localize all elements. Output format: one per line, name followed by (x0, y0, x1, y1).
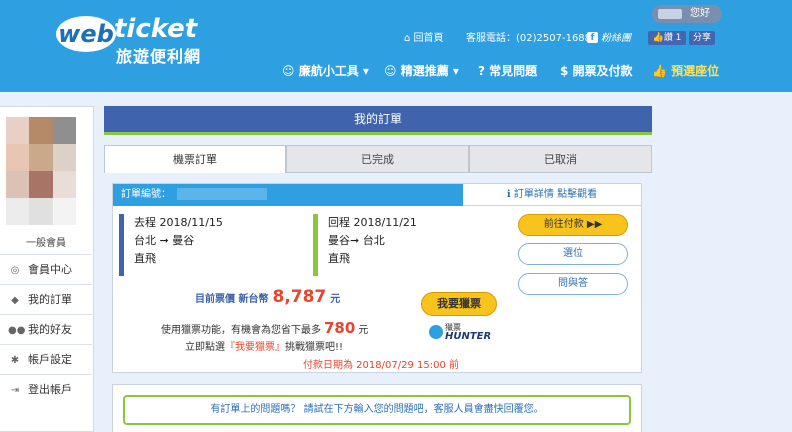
order-detail-link[interactable]: ℹ 訂單詳情 點擊觀看 (463, 184, 641, 206)
return-leg: 回程 2018/11/21 曼谷➞ 台北 直飛 (313, 214, 493, 276)
try-hunt-link[interactable]: 『我要獵票』 (225, 342, 285, 353)
order-card: 訂單編號： ℹ 訂單詳情 點擊觀看 去程 2018/11/15 台北 ➞ 曼谷 … (112, 183, 642, 373)
nav-faq[interactable]: ? 常見問題 (478, 62, 537, 80)
site-logo[interactable]: web ticket 旅遊便利網 (56, 12, 206, 66)
outbound-leg: 去程 2018/11/15 台北 ➞ 曼谷 直飛 (119, 214, 299, 276)
fb-share-button[interactable]: 分享 (689, 31, 715, 45)
service-phone: 客服電話：(02)2507-1688 (466, 33, 592, 44)
title-underline (104, 132, 652, 135)
nav-pay[interactable]: $ 開票及付款 (560, 62, 633, 80)
nav-picks[interactable]: ☺ 精選推薦 ▾ (384, 62, 459, 80)
arrow-right-icon: ➞ (159, 234, 169, 247)
tab-cancelled[interactable]: 已取消 (469, 145, 652, 173)
go-to-payment-button[interactable]: 前往付款 ▶▶ (518, 214, 628, 236)
question-section: 有訂單上的問題嗎？ 請試在下方輸入您的問題吧，客服人員會盡快回覆您。 (112, 384, 642, 432)
arrow-right-icon: ➞ (350, 234, 360, 247)
sidebar-item-my-friends[interactable]: ●● 我的好友 (0, 314, 92, 344)
qa-button[interactable]: 問與答 (518, 273, 628, 295)
sidebar-item-my-orders[interactable]: ◆ 我的訂單 (0, 284, 92, 314)
sidebar-item-logout[interactable]: ⇥ 登出帳戶 (0, 374, 92, 404)
caret-down-icon: ▾ (362, 64, 369, 78)
page-title: 我的訂單 (104, 106, 652, 132)
user-name-masked (658, 9, 682, 19)
logo-web-badge: web (56, 16, 116, 52)
gear-icon: ✱ (10, 355, 20, 366)
logout-icon: ⇥ (10, 385, 20, 396)
home-link[interactable]: ⌂ 回首頁 (404, 32, 444, 46)
order-number-masked (177, 188, 267, 200)
dollar-icon: $ (560, 64, 569, 78)
thumb-up-icon: 👍 (652, 33, 664, 43)
logo-ticket-text: ticket (114, 14, 198, 44)
smile-icon: ☺ (282, 64, 295, 78)
logo-subtitle: 旅遊便利網 (116, 47, 202, 66)
info-icon: ℹ (506, 189, 511, 200)
tab-completed[interactable]: 已完成 (286, 145, 469, 173)
site-header: web ticket 旅遊便利網 您好 ⌂ 回首頁 客服電話：(02)2507-… (0, 0, 792, 92)
user-greeting[interactable]: 您好 (652, 5, 722, 23)
user-icon: ◎ (10, 265, 20, 276)
thumb-up-icon: 👍 (652, 64, 667, 78)
smile-icon: ☺ (384, 64, 397, 78)
order-tabs: 機票訂單 已完成 已取消 (104, 145, 652, 173)
current-price: 目前票價 新台幣 8,787 元 (195, 287, 341, 307)
question-icon: ? (478, 64, 485, 78)
fb-like-button[interactable]: 👍讚 1 (648, 31, 686, 45)
member-sidebar: 一般會員 ◎ 會員中心 ◆ 我的訂單 ●● 我的好友 ✱ 帳戶設定 ⇥ 登出帳戶 (0, 106, 94, 432)
ticket-hunt-button[interactable]: 我要獵票 (421, 292, 497, 316)
savings-text: 使用獵票功能，有機會為您省下最多 780 元 (161, 319, 369, 337)
select-seat-button[interactable]: 選位 (518, 243, 628, 265)
double-chevron-right-icon: ▶▶ (586, 219, 603, 230)
avatar (6, 117, 76, 225)
hunter-logo: 獵票 HUNTER (425, 322, 495, 344)
order-number-bar: 訂單編號： (113, 184, 463, 206)
nav-preselect-seat[interactable]: 👍 預選座位 (652, 62, 719, 80)
member-type: 一般會員 (26, 238, 66, 249)
facebook-icon[interactable]: f (587, 32, 598, 43)
sidebar-item-member-center[interactable]: ◎ 會員中心 (0, 254, 92, 284)
try-hunt-text: 立即點選『我要獵票』挑戰獵票吧!! (185, 342, 344, 353)
payment-deadline: 付款日期為 2018/07/29 15:00 前 (303, 360, 459, 371)
tab-flight-orders[interactable]: 機票訂單 (104, 145, 286, 173)
friends-icon: ●● (8, 325, 26, 336)
question-prompt[interactable]: 有訂單上的問題嗎？ 請試在下方輸入您的問題吧，客服人員會盡快回覆您。 (123, 395, 631, 425)
tag-icon: ◆ (11, 295, 19, 306)
caret-down-icon: ▾ (452, 64, 459, 78)
sidebar-item-account-settings[interactable]: ✱ 帳戶設定 (0, 344, 92, 374)
fan-page-link[interactable]: 粉絲團 (601, 32, 631, 46)
home-icon: ⌂ (404, 33, 411, 44)
nav-tools[interactable]: ☺ 廉航小工具 ▾ (282, 62, 369, 80)
hunter-target-icon (429, 325, 443, 339)
